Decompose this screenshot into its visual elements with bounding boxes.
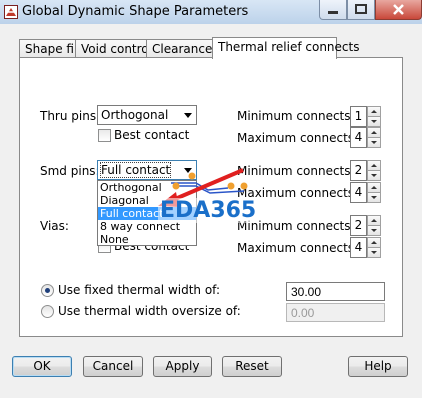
oversize-thermal-width-radio[interactable] <box>41 305 54 318</box>
vias-min-connects-spinner[interactable]: 2 <box>350 215 381 236</box>
thru-min-connects-value[interactable]: 1 <box>350 106 367 127</box>
dropdown-option-none[interactable]: None <box>98 233 196 246</box>
thru-max-connects-value[interactable]: 4 <box>350 127 367 148</box>
spin-down-icon[interactable] <box>367 247 381 258</box>
smd-pins-select[interactable]: Full contact <box>97 160 197 180</box>
smd-min-connects-spinner[interactable]: 2 <box>350 160 381 181</box>
smd-max-connects-value[interactable]: 4 <box>350 182 367 203</box>
minimize-icon <box>328 11 338 14</box>
cancel-button[interactable]: Cancel <box>83 356 143 377</box>
spin-down-icon[interactable] <box>367 225 381 236</box>
vias-max-connects-label: Maximum connects <box>237 241 355 255</box>
chevron-down-icon <box>184 168 192 173</box>
thru-best-contact-checkbox[interactable] <box>98 129 111 142</box>
tab-label: Shape fill <box>25 42 81 56</box>
spin-down-icon[interactable] <box>367 192 381 203</box>
fixed-thermal-width-input[interactable] <box>286 282 385 301</box>
tab-thermal-relief-connects[interactable]: Thermal relief connects <box>212 37 359 59</box>
title-bar[interactable]: Global Dynamic Shape Parameters <box>0 0 422 24</box>
vias-max-connects-spinner[interactable]: 4 <box>350 237 381 258</box>
tab-label: Clearances <box>152 42 219 56</box>
app-icon <box>4 5 18 19</box>
tab-void-controls[interactable]: Void controls <box>75 39 158 58</box>
fixed-thermal-width-label: Use fixed thermal width of: <box>58 283 221 297</box>
spin-down-icon[interactable] <box>367 170 381 181</box>
smd-min-connects-label: Minimum connects <box>237 164 351 178</box>
ok-button[interactable]: OK <box>12 356 72 377</box>
fixed-thermal-width-radio[interactable] <box>41 284 54 297</box>
dropdown-option-orthogonal[interactable]: Orthogonal <box>98 181 196 194</box>
maximize-icon <box>355 4 367 14</box>
smd-min-connects-value[interactable]: 2 <box>350 160 367 181</box>
tab-shape-fill[interactable]: Shape fill <box>19 39 81 58</box>
smd-pins-value: Full contact <box>99 162 172 178</box>
window-title: Global Dynamic Shape Parameters <box>22 4 249 19</box>
close-button[interactable] <box>375 0 422 20</box>
close-icon <box>393 4 404 15</box>
watermark-text: EDA365 <box>158 198 259 223</box>
vias-min-connects-value[interactable]: 2 <box>350 215 367 236</box>
minimize-button[interactable] <box>319 0 347 20</box>
thru-best-contact-label: Best contact <box>114 128 190 142</box>
maximize-button[interactable] <box>347 0 375 20</box>
thru-max-connects-label: Maximum connects <box>237 131 355 145</box>
thru-pins-select[interactable]: Orthogonal <box>97 105 197 125</box>
apply-button[interactable]: Apply <box>153 356 212 377</box>
thru-pins-label: Thru pins: <box>40 109 101 123</box>
spin-down-icon[interactable] <box>367 137 381 148</box>
oversize-thermal-width-input <box>286 303 385 322</box>
tab-clearances[interactable]: Clearances <box>146 39 219 58</box>
vias-max-connects-value[interactable]: 4 <box>350 237 367 258</box>
thru-max-connects-spinner[interactable]: 4 <box>350 127 381 148</box>
smd-max-connects-spinner[interactable]: 4 <box>350 182 381 203</box>
thru-min-connects-spinner[interactable]: 1 <box>350 106 381 127</box>
tab-label: Thermal relief connects <box>218 40 360 54</box>
oversize-thermal-width-label: Use thermal width oversize of: <box>58 304 241 318</box>
smd-pins-label: Smd pins: <box>40 164 100 178</box>
chevron-down-icon <box>184 113 192 118</box>
dialog-window: Global Dynamic Shape Parameters Shape fi… <box>0 0 422 398</box>
thru-pins-value: Orthogonal <box>101 108 169 122</box>
thru-min-connects-label: Minimum connects <box>237 109 351 123</box>
reset-button[interactable]: Reset <box>222 356 282 377</box>
spin-down-icon[interactable] <box>367 116 381 127</box>
help-button[interactable]: Help <box>348 356 408 377</box>
vias-label: Vias: <box>40 219 69 233</box>
